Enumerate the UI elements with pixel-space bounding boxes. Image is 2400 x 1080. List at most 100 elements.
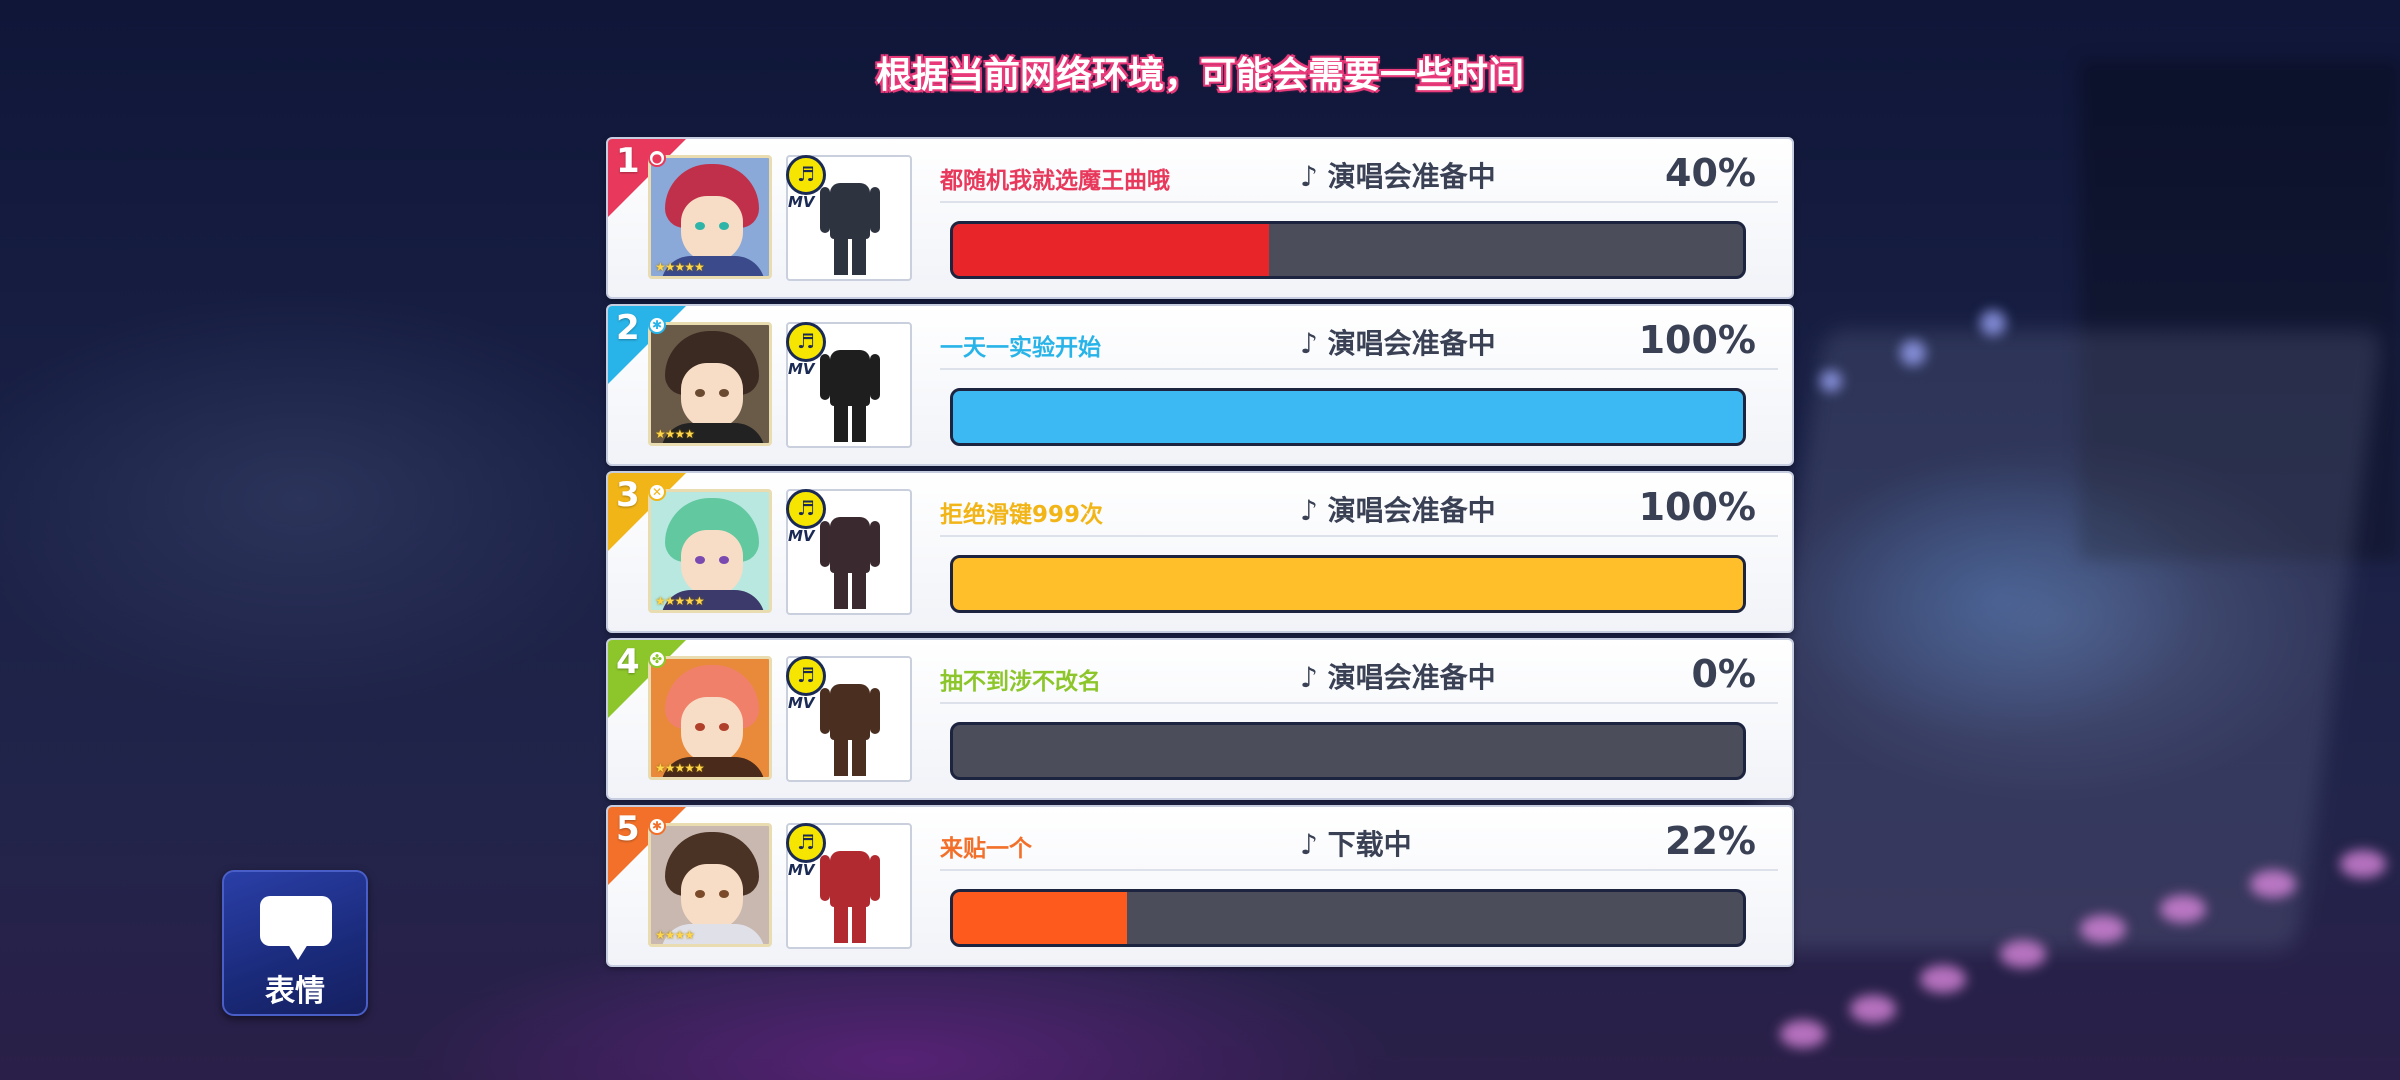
outfit-arm: [870, 688, 880, 734]
player-row: ★★★★★ 4 ✤ ♬ MV 抽不到涉不改名 ♪ 演唱会准备中 0%: [606, 638, 1794, 800]
outfit-arm: [820, 354, 830, 400]
progress-bar: [950, 555, 1746, 613]
outfit-pants: [834, 571, 866, 609]
progress-bar-fill: [953, 892, 1127, 944]
loading-message: 根据当前网络环境，可能会需要一些时间: [875, 55, 1524, 96]
emote-button-label: 表情: [265, 974, 325, 1009]
player-name: 拒绝滑键999次: [940, 502, 1104, 528]
character-face: [681, 196, 743, 262]
character-face: [681, 363, 743, 429]
outfit-arm: [820, 855, 830, 901]
outfit-jacket: [830, 350, 870, 406]
character-card-avatar[interactable]: ★★★★: [648, 823, 772, 947]
music-note-icon: ♬: [786, 823, 826, 863]
outfit-pants: [834, 905, 866, 943]
progress-bar: [950, 388, 1746, 446]
row-divider: [940, 368, 1778, 370]
emote-button[interactable]: 表情: [222, 870, 368, 1016]
character-card-avatar[interactable]: ★★★★★: [648, 489, 772, 613]
progress-bar: [950, 889, 1746, 947]
background-stage-screen: [1736, 330, 2384, 950]
mv-label: MV: [788, 360, 815, 378]
rarity-stars: ★★★★★: [655, 260, 705, 274]
attribute-icon: ✱: [648, 817, 666, 835]
row-divider: [940, 535, 1778, 537]
progress-percent: 40%: [1665, 151, 1756, 195]
mv-label: MV: [788, 694, 815, 712]
outfit-thumbnail[interactable]: ♬ MV: [786, 823, 912, 949]
progress-bar-fill: [953, 224, 1269, 276]
player-name: 抽不到涉不改名: [940, 669, 1101, 695]
character-eye: [695, 890, 705, 898]
music-note-icon: ♬: [786, 489, 826, 529]
character-eye: [695, 222, 705, 230]
speech-bubble-icon: [260, 896, 332, 960]
attribute-icon: ✤: [648, 650, 666, 668]
character-eye: [719, 890, 729, 898]
outfit-pants: [834, 237, 866, 275]
character-eye: [719, 556, 729, 564]
rank-number: 5: [616, 809, 640, 849]
outfit-thumbnail[interactable]: ♬ MV: [786, 489, 912, 615]
mv-label: MV: [788, 193, 815, 211]
player-row: ★★★★★ 3 ✕ ♬ MV 拒绝滑键999次 ♪ 演唱会准备中 100%: [606, 471, 1794, 633]
character-card-avatar[interactable]: ★★★★★: [648, 155, 772, 279]
outfit-jacket: [830, 684, 870, 740]
attribute-icon: ●: [648, 149, 666, 167]
outfit-arm: [820, 688, 830, 734]
player-name: 都随机我就选魔王曲哦: [940, 168, 1170, 194]
progress-bar-fill: [953, 558, 1743, 610]
character-eye: [695, 389, 705, 397]
player-name: 一天一实验开始: [940, 335, 1101, 361]
outfit-thumbnail[interactable]: ♬ MV: [786, 155, 912, 281]
outfit-thumbnail[interactable]: ♬ MV: [786, 656, 912, 782]
mv-label: MV: [788, 527, 815, 545]
character-card-avatar[interactable]: ★★★★: [648, 322, 772, 446]
rank-number: 4: [616, 642, 640, 682]
player-name: 来贴一个: [940, 836, 1032, 862]
outfit-thumbnail[interactable]: ♬ MV: [786, 322, 912, 448]
outfit-pants: [834, 738, 866, 776]
attribute-icon: ✱: [648, 316, 666, 334]
player-row: ★★★★★ 1 ● ♬ MV 都随机我就选魔王曲哦 ♪ 演唱会准备中 40%: [606, 137, 1794, 299]
player-status: ♪ 演唱会准备中: [1300, 327, 1496, 360]
character-face: [681, 530, 743, 596]
player-status: ♪ 演唱会准备中: [1300, 661, 1496, 694]
outfit-jacket: [830, 183, 870, 239]
progress-percent: 22%: [1665, 819, 1756, 863]
outfit-arm: [820, 187, 830, 233]
rank-number: 3: [616, 475, 640, 515]
character-card-avatar[interactable]: ★★★★★: [648, 656, 772, 780]
character-eye: [695, 556, 705, 564]
row-divider: [940, 201, 1778, 203]
rank-number: 1: [616, 141, 640, 181]
character-eye: [695, 723, 705, 731]
progress-percent: 100%: [1638, 318, 1756, 362]
player-status: ♪ 演唱会准备中: [1300, 494, 1496, 527]
player-status: ♪ 演唱会准备中: [1300, 160, 1496, 193]
progress-bar-fill: [953, 391, 1743, 443]
character-face: [681, 864, 743, 930]
row-divider: [940, 702, 1778, 704]
player-list: ★★★★★ 1 ● ♬ MV 都随机我就选魔王曲哦 ♪ 演唱会准备中 40% ★…: [606, 137, 1794, 972]
progress-bar: [950, 722, 1746, 780]
player-row: ★★★★ 5 ✱ ♬ MV 来贴一个 ♪ 下载中 22%: [606, 805, 1794, 967]
character-eye: [719, 723, 729, 731]
outfit-jacket: [830, 851, 870, 907]
progress-percent: 0%: [1691, 652, 1756, 696]
outfit-arm: [870, 187, 880, 233]
outfit-arm: [820, 521, 830, 567]
mv-label: MV: [788, 861, 815, 879]
rarity-stars: ★★★★: [655, 928, 695, 942]
character-face: [681, 697, 743, 763]
character-eye: [719, 222, 729, 230]
outfit-arm: [870, 521, 880, 567]
music-note-icon: ♬: [786, 656, 826, 696]
row-divider: [940, 869, 1778, 871]
character-eye: [719, 389, 729, 397]
outfit-arm: [870, 354, 880, 400]
player-row: ★★★★ 2 ✱ ♬ MV 一天一实验开始 ♪ 演唱会准备中 100%: [606, 304, 1794, 466]
player-status: ♪ 下载中: [1300, 828, 1412, 861]
music-note-icon: ♬: [786, 322, 826, 362]
outfit-arm: [870, 855, 880, 901]
